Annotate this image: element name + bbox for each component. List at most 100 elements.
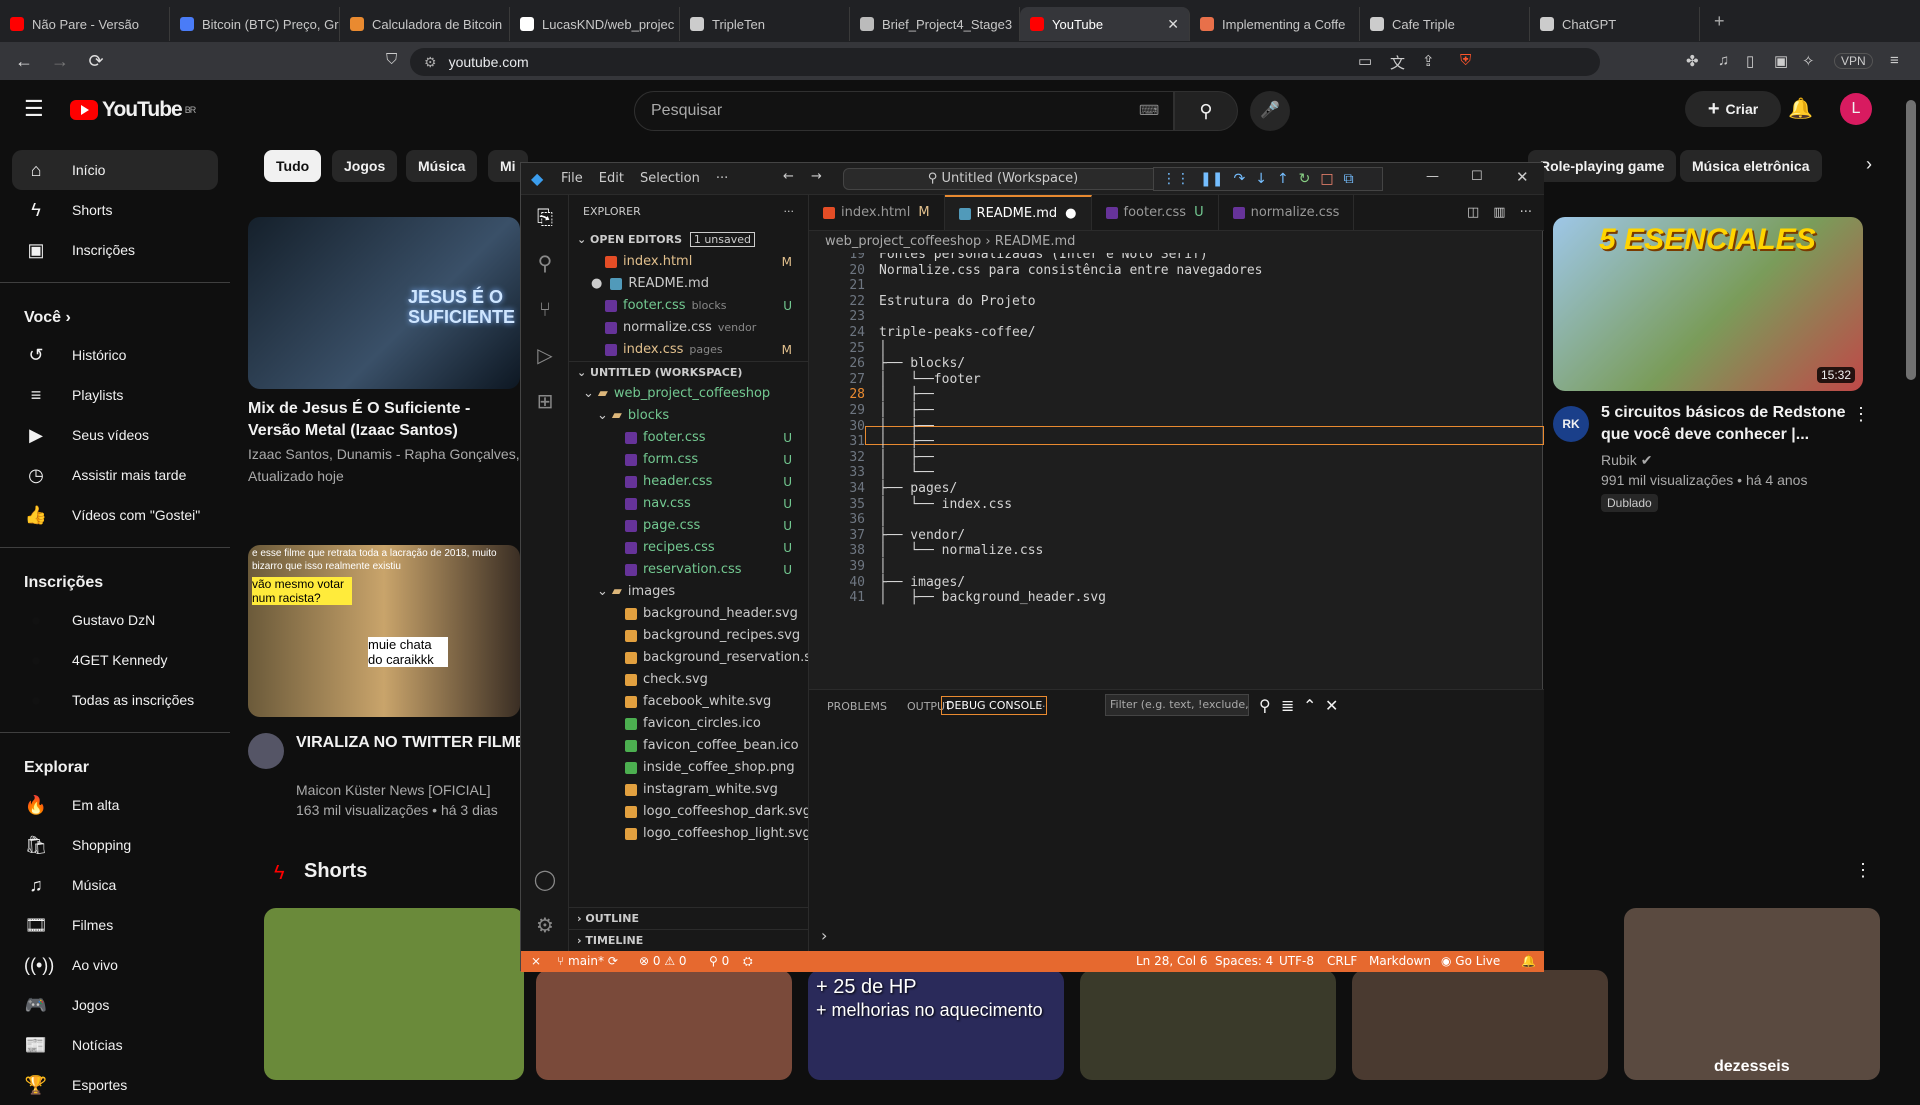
command-center[interactable]: ⚲ Untitled (Workspace) [843,168,1163,190]
explorer-icon[interactable]: ⎘ [533,205,557,229]
file-item[interactable]: favicon_coffee_bean.ico [569,735,808,757]
hamburger-menu-icon[interactable]: ☰ [24,96,44,122]
indentation[interactable]: Spaces: 4 [1215,951,1273,972]
timeline-section[interactable]: › TIMELINE [569,929,809,951]
unsaved-dot-icon[interactable]: ● [591,276,602,291]
browser-tab[interactable]: Não Pare - Versão [0,7,170,41]
browser-tab[interactable]: Calculadora de Bitcoin [340,7,510,41]
nav-back-icon[interactable]: ← [783,169,794,184]
create-button[interactable]: + Criar [1685,91,1781,127]
code-line[interactable]: Normalize.css para consistência entre na… [879,263,1263,278]
voice-search-button[interactable]: 🎤 [1250,91,1290,131]
open-editor-item[interactable]: index.html M [569,251,808,273]
editor-tab[interactable]: normalize.css [1219,195,1355,230]
breadcrumb[interactable]: web_project_coffeeshop › README.md [809,231,1544,253]
you-item[interactable]: ▶ Seus vídeos [12,415,218,455]
short-thumbnail[interactable]: + 25 de HP + melhorias no aquecimento [808,970,1064,1080]
layout-icon[interactable]: ▥ [1493,205,1505,220]
maximize-icon[interactable]: ☐ [1471,169,1483,184]
split-editor-icon[interactable]: ◫ [1467,205,1479,220]
code-line[interactable]: │ [879,341,887,356]
chip-musica-eletronica[interactable]: Música eletrônica [1680,150,1822,182]
subscription-item[interactable]: ● Todas as inscrições [12,680,218,720]
open-editor-item[interactable]: footer.css blocks U [569,295,808,317]
sidebar-toggle-icon[interactable]: ▯ [1746,52,1754,70]
code-line[interactable]: ├── blocks/ [879,356,965,371]
menu-item[interactable]: File [561,171,583,186]
extensions-icon[interactable]: ⊞ [533,389,557,413]
browser-tab[interactable]: ChatGPT [1530,7,1700,41]
code-line[interactable]: │ ├── [879,387,934,402]
folder-item[interactable]: ⌄ ▰ pages [569,845,808,851]
code-line[interactable]: │ └── [879,465,934,480]
browser-tab[interactable]: Implementing a Coffe [1190,7,1360,41]
language-mode[interactable]: Markdown [1369,951,1431,972]
minimize-icon[interactable]: — [1426,169,1439,184]
youtube-logo[interactable]: YouTube BR [70,98,196,122]
page-scrollbar[interactable] [1906,100,1916,380]
file-item[interactable]: logo_coffeeshop_dark.svg [569,801,808,823]
open-editor-item[interactable]: normalize.css vendor [569,317,808,339]
extensions-icon[interactable]: ✤ [1686,52,1699,70]
you-item[interactable]: 👍 Vídeos com "Gostei" [12,495,218,535]
code-line[interactable]: Fontes personalizadas (Inter e Noto Seri… [879,253,1208,262]
chips-next-icon[interactable]: › [1866,154,1872,175]
debug-filter-input[interactable]: Filter (e.g. text, !exclude, \... [1105,694,1249,716]
drag-handle-icon[interactable]: ⋮⋮ [1162,171,1190,187]
code-line[interactable]: │ [879,559,887,574]
open-editor-item[interactable]: index.css pages M [569,339,808,361]
explore-item[interactable]: 🛍 Shopping [12,825,218,865]
media-icon[interactable]: ♫ [1718,52,1729,69]
notifications-bell-icon[interactable]: 🔔 [1788,96,1813,121]
ports-count[interactable]: ⚲ 0 [709,951,729,972]
code-line[interactable]: ├── pages/ [879,481,957,496]
explore-item[interactable]: ♫ Música [12,865,218,905]
tab-status[interactable]: ● [1065,206,1076,221]
explore-item[interactable]: ((•)) Ao vivo [12,945,218,985]
code-line[interactable]: │ └── index.css [879,497,1012,512]
you-section-heading[interactable]: Você › [0,295,230,335]
file-item[interactable]: facebook_white.svg [569,691,808,713]
short-thumbnail[interactable] [1352,970,1608,1080]
short-thumbnail[interactable] [1080,970,1336,1080]
step-into-icon[interactable]: ↓ [1255,171,1267,187]
tab-status[interactable]: U [1194,205,1204,220]
share-icon[interactable]: ⇪ [1422,52,1435,70]
account-icon[interactable]: ◯ [533,867,557,891]
browser-tab[interactable]: Cafe Triple [1360,7,1530,41]
video-thumbnail-jesus[interactable]: JESUS É O SUFICIENTE [248,217,520,389]
step-out-icon[interactable]: ↑ [1277,171,1289,187]
menu-item[interactable]: Selection [640,171,700,186]
problems-count[interactable]: ⊗ 0 ⚠ 0 [639,951,687,972]
avatar[interactable]: L [1840,93,1872,125]
source-control-icon[interactable]: ⑂ [533,297,557,321]
more-actions-icon[interactable]: ··· [1520,205,1532,220]
explore-item[interactable]: 🔥 Em alta [12,785,218,825]
search-input[interactable]: Pesquisar ⌨ [634,91,1174,131]
restart-icon[interactable]: ↻ [1299,171,1311,187]
video-thumbnail-viraliza[interactable]: e esse filme que retrata toda a lacração… [248,545,520,717]
forward-icon[interactable]: → [48,51,72,72]
tab-problems[interactable]: PROBLEMS [827,700,887,713]
search-button[interactable]: ⚲ [1174,91,1238,131]
pause-icon[interactable]: ❚❚ [1200,171,1223,187]
browser-tab[interactable]: YouTube ✕ [1020,7,1190,41]
file-item[interactable]: background_recipes.svg [569,625,808,647]
file-item[interactable]: reservation.css U [569,559,808,581]
keyboard-icon[interactable]: ⌨ [1139,102,1159,119]
file-item[interactable]: form.css U [569,449,808,471]
file-item[interactable]: inside_coffee_shop.png [569,757,808,779]
outline-section[interactable]: › OUTLINE [569,907,809,929]
code-editor[interactable]: 19 Fontes personalizadas (Inter e Noto Se… [809,253,1544,689]
short-thumbnail[interactable]: dezesseis [1624,908,1880,1080]
code-line[interactable]: │ ├── [879,419,934,434]
explore-item[interactable]: 🏆 Esportes [12,1065,218,1105]
cursor-position[interactable]: Ln 28, Col 6 [1136,951,1208,972]
file-item[interactable]: check.svg [569,669,808,691]
folder-item[interactable]: ⌄ ▰ web_project_coffeeshop [569,383,808,405]
code-line[interactable]: │ └── normalize.css [879,543,1043,558]
console-prompt-icon[interactable]: › [821,926,827,945]
short-thumbnail[interactable] [264,908,524,1080]
chip-tudo[interactable]: Tudo [264,150,322,182]
step-over-icon[interactable]: ↷ [1233,171,1245,187]
